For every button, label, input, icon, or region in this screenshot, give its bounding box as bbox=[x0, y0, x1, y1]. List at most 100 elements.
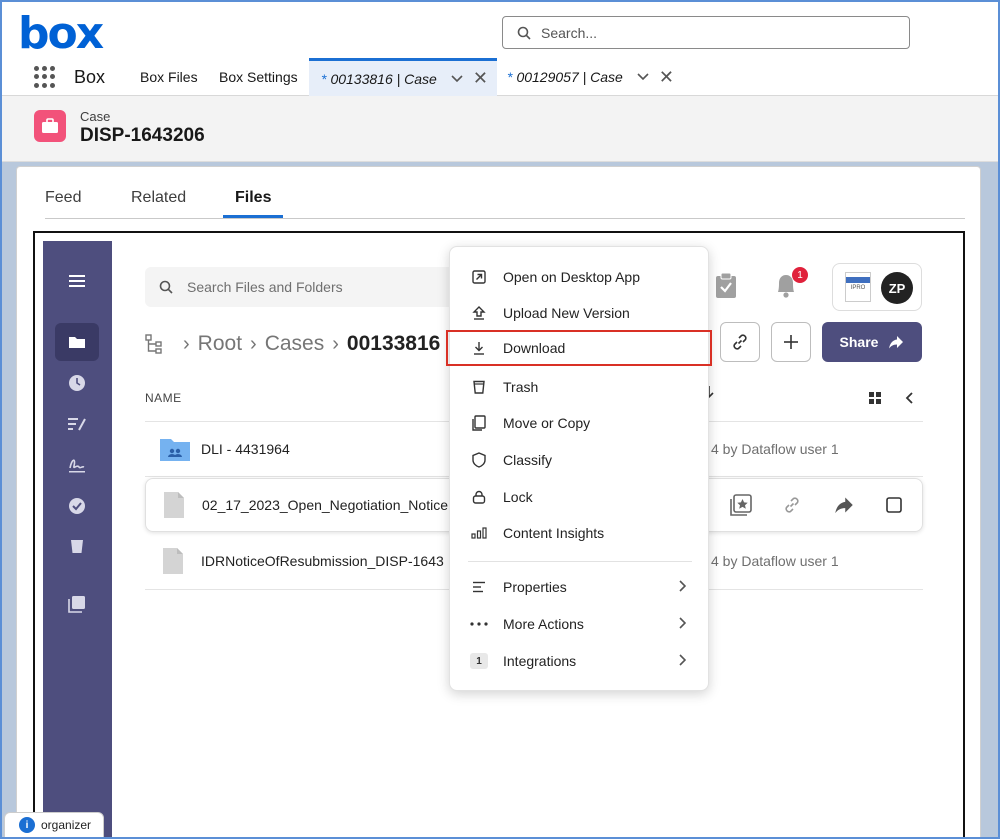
shield-icon bbox=[470, 451, 488, 469]
notes-icon[interactable] bbox=[65, 412, 89, 436]
tab-label: 00133816 | Case bbox=[330, 70, 437, 87]
menu-item-label: Move or Copy bbox=[503, 415, 591, 431]
box-logo: box bbox=[18, 8, 104, 59]
chevron-right-icon bbox=[678, 579, 687, 595]
file-meta: 4 by Dataflow user 1 bbox=[711, 553, 839, 569]
account-menu[interactable]: IPRO ZP bbox=[832, 263, 922, 311]
company-logo: IPRO bbox=[845, 272, 871, 302]
menu-item-download[interactable]: Download bbox=[446, 330, 712, 366]
chevron-left-icon[interactable] bbox=[905, 391, 913, 409]
tab-related[interactable]: Related bbox=[131, 189, 186, 215]
shared-folder-icon bbox=[160, 439, 190, 461]
integrations-icon: 1 bbox=[470, 652, 488, 670]
menu-item-label: Trash bbox=[503, 379, 539, 395]
file-context-menu: Open on Desktop App Upload New Version D… bbox=[446, 246, 712, 691]
select-checkbox[interactable] bbox=[886, 497, 902, 513]
chevron-down-icon[interactable] bbox=[451, 74, 463, 83]
add-new-button[interactable] bbox=[771, 322, 811, 362]
tab-label: 00129057 | Case bbox=[516, 69, 623, 85]
box-search-input[interactable]: Search Files and Folders bbox=[145, 267, 475, 307]
download-icon bbox=[470, 339, 488, 357]
menu-item-properties[interactable]: Properties bbox=[450, 569, 710, 605]
trash-icon bbox=[470, 378, 488, 396]
collections-icon[interactable] bbox=[65, 592, 89, 616]
tab-files[interactable]: Files bbox=[223, 189, 284, 218]
global-search-input[interactable]: Search... bbox=[502, 16, 910, 49]
organizer-tab[interactable]: i organizer bbox=[4, 812, 104, 838]
menu-item-move-or-copy[interactable]: Move or Copy bbox=[450, 405, 710, 441]
tab-feed[interactable]: Feed bbox=[45, 189, 81, 215]
tasks-check-icon[interactable] bbox=[65, 494, 89, 518]
close-icon[interactable]: ✕ bbox=[659, 67, 674, 88]
recents-clock-icon[interactable] bbox=[65, 371, 89, 395]
unsaved-marker: * bbox=[507, 69, 513, 85]
menu-item-label: Open on Desktop App bbox=[503, 269, 640, 285]
column-header-name[interactable]: NAME bbox=[145, 391, 182, 405]
avatar[interactable]: ZP bbox=[881, 272, 913, 304]
copy-icon bbox=[470, 414, 488, 432]
menu-item-label: Properties bbox=[503, 579, 567, 595]
copy-link-button[interactable] bbox=[720, 322, 760, 362]
menu-item-label: Lock bbox=[503, 489, 533, 505]
menu-item-trash[interactable]: Trash bbox=[450, 369, 710, 405]
box-search-placeholder: Search Files and Folders bbox=[187, 279, 343, 295]
file-meta: 4 by Dataflow user 1 bbox=[711, 441, 839, 457]
tab-label: Box Settings bbox=[219, 69, 298, 85]
close-icon[interactable]: ✕ bbox=[473, 68, 488, 89]
file-name[interactable]: DLI - 4431964 bbox=[201, 441, 290, 457]
breadcrumb: › Root › Cases › 00133816 bbox=[145, 329, 440, 359]
menu-item-label: Content Insights bbox=[503, 525, 605, 541]
share-label: Share bbox=[839, 334, 879, 350]
app-launcher-icon[interactable] bbox=[34, 66, 56, 88]
breadcrumb-separator: › bbox=[332, 332, 339, 355]
file-icon bbox=[164, 492, 184, 518]
tab-label: Box Files bbox=[140, 69, 198, 85]
trash-icon[interactable] bbox=[65, 534, 89, 558]
tab-case-00133816[interactable]: * 00133816 | Case ✕ bbox=[309, 58, 497, 96]
notifications-bell-icon[interactable]: 1 bbox=[774, 267, 808, 304]
chevron-down-icon[interactable] bbox=[637, 73, 649, 81]
menu-item-more-actions[interactable]: More Actions bbox=[450, 606, 710, 642]
breadcrumb-cases[interactable]: Cases bbox=[265, 332, 325, 356]
box-sidebar bbox=[43, 241, 112, 839]
organizer-icon: i bbox=[19, 817, 35, 833]
hamburger-menu-icon[interactable] bbox=[65, 269, 89, 293]
file-name[interactable]: 02_17_2023_Open_Negotiation_Notice bbox=[202, 497, 452, 513]
chevron-right-icon bbox=[678, 616, 687, 632]
share-arrow-icon[interactable] bbox=[834, 496, 854, 514]
unsaved-marker: * bbox=[321, 70, 327, 87]
insights-bar-chart-icon bbox=[470, 524, 488, 542]
menu-item-label: Integrations bbox=[503, 653, 577, 669]
sign-icon[interactable] bbox=[65, 453, 89, 477]
folder-tree-icon[interactable] bbox=[145, 334, 163, 354]
menu-item-content-insights[interactable]: Content Insights bbox=[450, 515, 710, 551]
breadcrumb-root[interactable]: Root bbox=[198, 332, 242, 356]
breadcrumb-separator: › bbox=[250, 332, 257, 355]
upload-icon bbox=[470, 304, 488, 322]
link-icon bbox=[733, 334, 747, 350]
link-icon[interactable] bbox=[782, 495, 802, 515]
tasks-clipboard-icon[interactable] bbox=[715, 272, 737, 304]
organizer-label: organizer bbox=[41, 818, 92, 832]
menu-item-lock[interactable]: Lock bbox=[450, 479, 710, 515]
plus-icon bbox=[784, 335, 798, 349]
menu-item-classify[interactable]: Classify bbox=[450, 442, 710, 478]
folder-icon[interactable] bbox=[65, 330, 89, 354]
file-name[interactable]: IDRNoticeOfResubmission_DISP-1643 bbox=[201, 553, 451, 569]
menu-item-integrations[interactable]: 1 Integrations bbox=[450, 643, 710, 679]
menu-item-label: Upload New Version bbox=[503, 305, 630, 321]
grid-view-icon[interactable] bbox=[869, 391, 881, 409]
menu-item-upload-new-version[interactable]: Upload New Version bbox=[450, 295, 710, 331]
external-open-icon bbox=[470, 268, 488, 286]
share-button[interactable]: Share bbox=[822, 322, 922, 362]
breadcrumb-current: 00133816 bbox=[346, 332, 441, 355]
collection-star-icon[interactable] bbox=[730, 494, 752, 516]
tab-case-00129057[interactable]: * 00129057 | Case ✕ bbox=[507, 58, 687, 96]
global-search-placeholder: Search... bbox=[541, 24, 598, 41]
menu-item-open-desktop[interactable]: Open on Desktop App bbox=[450, 259, 710, 295]
tab-box-files[interactable]: Box Files bbox=[140, 58, 198, 96]
notification-count-badge: 1 bbox=[792, 267, 808, 283]
file-icon bbox=[163, 548, 183, 574]
tab-box-settings[interactable]: Box Settings bbox=[219, 58, 298, 96]
share-arrow-icon bbox=[889, 336, 904, 349]
